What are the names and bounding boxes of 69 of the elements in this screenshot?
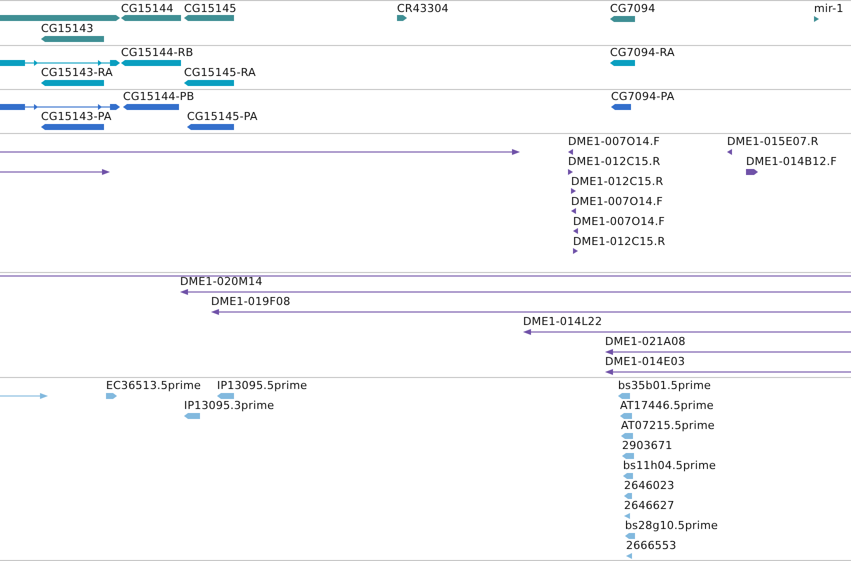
gene-model-drawing[interactable] [0, 59, 120, 67]
feature-label: DME1-012C15.R [571, 175, 664, 188]
feature-arrow[interactable] [41, 79, 104, 87]
feature-label: 2903671 [622, 439, 672, 452]
feature-arrow[interactable] [571, 207, 576, 215]
feature-label: DME1-020M14 [180, 275, 263, 288]
feature-arrow[interactable] [814, 15, 819, 23]
feature-arrow[interactable] [184, 79, 234, 87]
feature-label: AT07215.5prime [621, 419, 715, 432]
alignment-line[interactable] [211, 308, 851, 316]
feature-label: CG15144-RB [121, 46, 194, 59]
feature-arrow[interactable] [610, 59, 635, 67]
feature-label: IP13095.5prime [217, 379, 308, 392]
feature-label: CG15143-RA [41, 66, 113, 79]
alignment-line[interactable] [0, 148, 520, 156]
feature-arrow[interactable] [41, 35, 104, 43]
feature-arrow[interactable] [727, 148, 732, 156]
feature-label: DME1-012C15.R [573, 235, 666, 248]
feature-label: IP13095.3prime [184, 399, 274, 412]
feature-label: DME1-014B12.F [746, 155, 837, 168]
feature-arrow[interactable] [573, 227, 578, 235]
feature-label: 2666553 [626, 539, 676, 552]
feature-label: CG7094 [610, 2, 656, 15]
feature-label: CG15145-RA [184, 66, 256, 79]
feature-arrow[interactable] [571, 187, 576, 195]
feature-label: CG7094-PA [611, 90, 674, 103]
feature-label: DME1-007O14.F [568, 135, 660, 148]
feature-label: 2646023 [624, 479, 674, 492]
feature-arrow[interactable] [121, 14, 181, 22]
feature-arrow[interactable] [746, 168, 758, 176]
feature-label: 2646627 [624, 499, 674, 512]
feature-arrow[interactable] [397, 14, 407, 22]
feature-label: bs11h04.5prime [623, 459, 716, 472]
feature-label: AT17446.5prime [620, 399, 714, 412]
feature-label: CG15145-PA [187, 110, 258, 123]
feature-arrow[interactable] [573, 247, 578, 255]
feature-arrow[interactable] [610, 15, 635, 23]
feature-label: DME1-015E07.R [727, 135, 819, 148]
feature-label: mir-1 [814, 2, 844, 15]
feature-arrow[interactable] [123, 103, 179, 111]
feature-label: EC36513.5prime [106, 379, 201, 392]
feature-label: DME1-007O14.F [573, 215, 665, 228]
feature-arrow[interactable] [187, 123, 234, 131]
feature-label: DME1-021A08 [605, 335, 686, 348]
feature-label: CG15145 [184, 2, 237, 15]
alignment-line[interactable] [0, 168, 110, 176]
feature-label: DME1-014L22 [523, 315, 602, 328]
feature-arrow[interactable] [568, 148, 573, 156]
feature-arrow[interactable] [184, 14, 234, 22]
alignment-line[interactable] [523, 328, 851, 336]
feature-label: CG7094-RA [610, 46, 675, 59]
feature-label: bs35b01.5prime [618, 379, 712, 392]
feature-label: CG15144-PB [123, 90, 194, 103]
feature-arrow[interactable] [611, 103, 631, 111]
alignment-line[interactable] [180, 288, 851, 296]
feature-label: CG15143-PA [41, 110, 112, 123]
feature-label: CR43304 [397, 2, 449, 15]
alignment-line[interactable] [605, 368, 851, 376]
feature-arrow[interactable] [568, 168, 573, 176]
feature-arrow[interactable] [41, 123, 104, 131]
feature-label: DME1-007O14.F [571, 195, 663, 208]
gene-model-drawing[interactable] [0, 103, 120, 111]
feature-label: DME1-014E03 [605, 355, 686, 368]
feature-label: DME1-012C15.R [568, 155, 660, 168]
feature-label: CG15144 [121, 2, 174, 15]
feature-label: bs28g10.5prime [625, 519, 718, 532]
feature-label: CG15143 [41, 22, 94, 35]
alignment-line[interactable] [605, 348, 851, 356]
feature-label: DME1-019F08 [211, 295, 290, 308]
